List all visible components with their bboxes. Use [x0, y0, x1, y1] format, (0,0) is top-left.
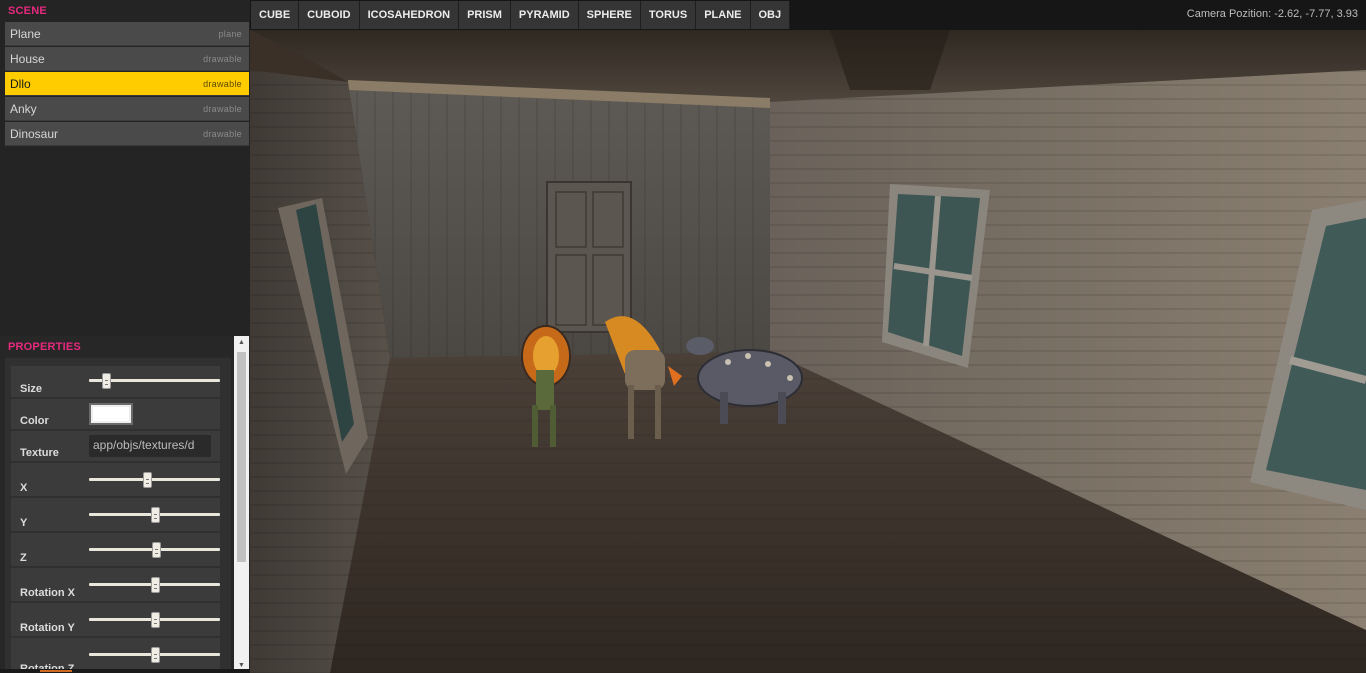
x-slider[interactable]: [89, 472, 220, 488]
color-picker[interactable]: [89, 403, 133, 425]
shape-buttons: CUBE CUBOID ICOSAHEDRON PRISM PYRAMID SP…: [251, 1, 791, 29]
x-label: X: [20, 482, 28, 494]
scene-item-kind: plane: [218, 28, 242, 39]
scene-item-dllo[interactable]: Dllo drawable: [5, 72, 249, 96]
camera-label: Camera Pozition:: [1186, 8, 1272, 20]
color-label: Color: [20, 415, 49, 427]
scene-item-kind: drawable: [203, 103, 242, 114]
scene-render: [250, 30, 1366, 673]
icosahedron-button[interactable]: ICOSAHEDRON: [359, 1, 460, 29]
slider-track: [89, 478, 220, 481]
rotation-y-label: Rotation Y: [20, 622, 75, 634]
torus-button[interactable]: TORUS: [640, 1, 697, 29]
rotation-x-slider[interactable]: [89, 577, 220, 593]
scene-item-kind: drawable: [203, 78, 242, 89]
camera-value: -2.62, -7.77, 3.93: [1274, 8, 1358, 20]
rotation-x-row: Rotation X: [11, 568, 220, 601]
texture-input[interactable]: app/objs/textures/d: [89, 435, 211, 457]
rotation-z-slider[interactable]: [89, 647, 220, 663]
pyramid-button[interactable]: PYRAMID: [510, 1, 579, 29]
rotation-y-row: Rotation Y: [11, 603, 220, 636]
size-label: Size: [20, 383, 43, 395]
y-slider[interactable]: [89, 507, 220, 523]
z-slider[interactable]: [89, 542, 220, 558]
color-row: Color: [11, 399, 220, 429]
bottom-strip: [0, 669, 250, 673]
obj-button[interactable]: OBJ: [750, 1, 791, 29]
scene-item-name: House: [10, 51, 45, 66]
texture-label: Texture: [20, 447, 59, 459]
size-row: Size: [11, 366, 220, 397]
scene-item-house[interactable]: House drawable: [5, 47, 249, 71]
cube-button[interactable]: CUBE: [251, 1, 300, 29]
camera-position: Camera Pozition: -2.62, -7.77, 3.93: [1187, 8, 1358, 20]
rotation-x-label: Rotation X: [20, 587, 75, 599]
y-row: Y: [11, 498, 220, 531]
door: [546, 181, 632, 333]
left-panel: SCENE Plane plane House drawable Dllo dr…: [0, 0, 250, 673]
scene-list: Plane plane House drawable Dllo drawable…: [5, 22, 249, 147]
slider-thumb[interactable]: [151, 542, 161, 558]
slider-thumb[interactable]: [142, 472, 152, 488]
x-row: X: [11, 463, 220, 496]
properties-title: PROPERTIES: [8, 341, 81, 353]
3d-viewport[interactable]: [250, 30, 1366, 673]
prism-button[interactable]: PRISM: [459, 1, 511, 29]
plane-button[interactable]: PLANE: [696, 1, 751, 29]
sphere-button[interactable]: SPHERE: [578, 1, 641, 29]
scene-item-plane[interactable]: Plane plane: [5, 22, 249, 46]
scene-item-anky[interactable]: Anky drawable: [5, 97, 249, 121]
scene-item-dinosaur[interactable]: Dinosaur drawable: [5, 122, 249, 146]
scene-item-name: Dinosaur: [10, 126, 59, 141]
rotation-y-slider[interactable]: [89, 612, 220, 628]
slider-thumb[interactable]: [150, 577, 160, 593]
texture-row: Texture app/objs/textures/d: [11, 431, 220, 461]
scene-item-kind: drawable: [203, 128, 242, 139]
slider-thumb[interactable]: [102, 373, 112, 389]
properties-body: Size Color Texture app/objs/textures/d X: [5, 358, 231, 673]
scene-item-name: Anky: [10, 101, 37, 116]
y-label: Y: [20, 517, 28, 529]
z-row: Z: [11, 533, 220, 566]
scene-item-name: Dllo: [10, 76, 31, 91]
cuboid-button[interactable]: CUBOID: [299, 1, 360, 29]
z-label: Z: [20, 552, 27, 564]
scroll-up-icon[interactable]: ▲: [234, 336, 249, 350]
size-slider[interactable]: [89, 373, 220, 389]
progress-mark: [40, 670, 72, 672]
slider-thumb[interactable]: [150, 507, 160, 523]
rotation-z-row: Rotation Z: [11, 638, 220, 673]
properties-panel: PROPERTIES Size Color Texture app/objs/t…: [0, 336, 250, 673]
slider-thumb[interactable]: [150, 612, 160, 628]
scene-title: SCENE: [8, 5, 47, 17]
scene-item-name: Plane: [10, 26, 41, 41]
scrollbar-thumb[interactable]: [237, 352, 246, 562]
toolbar: CUBE CUBOID ICOSAHEDRON PRISM PYRAMID SP…: [250, 0, 1366, 30]
properties-scrollbar[interactable]: ▲ ▼: [234, 336, 249, 673]
scene-item-kind: drawable: [203, 53, 242, 64]
slider-thumb[interactable]: [150, 647, 160, 663]
